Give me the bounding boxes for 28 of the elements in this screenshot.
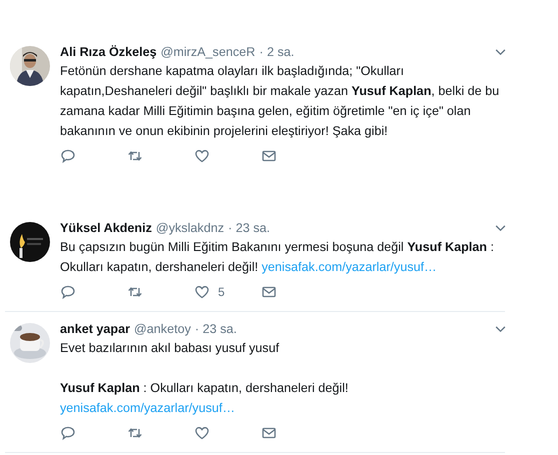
reply-icon[interactable] xyxy=(60,148,76,164)
envelope-icon[interactable] xyxy=(261,148,277,164)
tweet-text: Evet bazılarının akıl babası yusuf yusuf xyxy=(60,340,280,357)
reply-icon[interactable] xyxy=(60,284,76,300)
tweet-time[interactable]: · 2 sa. xyxy=(259,42,294,62)
chevron-down-icon[interactable] xyxy=(495,48,506,56)
tweet-time[interactable]: · 23 sa. xyxy=(194,319,237,339)
envelope-icon[interactable] xyxy=(261,284,277,300)
envelope-icon[interactable] xyxy=(261,425,277,441)
heart-icon[interactable] xyxy=(194,148,210,164)
reply-icon[interactable] xyxy=(60,425,76,441)
link[interactable]: yenisafak.com/yazarlar/yusuf… xyxy=(60,401,235,415)
user-name[interactable]: anket yapar xyxy=(60,319,130,339)
like-count: 5 xyxy=(218,284,225,301)
user-name[interactable]: Yüksel Akdeniz xyxy=(60,218,152,238)
heart-icon[interactable] xyxy=(194,284,210,300)
tweet-text: Bu çapsızın bugün Milli Eğitim Bakanını yermesi boşuna değil Yusuf Kaplan : Okulları kapatın, dershaneleri değil! yenisafak.com/yazarlar/yusuf… xyxy=(60,239,495,276)
tweet-time[interactable]: · 23 sa. xyxy=(228,218,270,238)
user-name[interactable]: Ali Rıza Özkeleş xyxy=(60,42,157,62)
chevron-down-icon[interactable] xyxy=(495,224,506,232)
user-handle[interactable]: @mirzA_senceR xyxy=(160,42,256,62)
heart-icon[interactable] xyxy=(194,425,210,441)
chevron-down-icon[interactable] xyxy=(495,326,506,332)
link[interactable]: yenisafak.com/yazarlar/yusuf… xyxy=(262,260,437,274)
user-handle[interactable]: @ykslakdnz xyxy=(156,218,224,238)
tweet-text: Yusuf Kaplan : Okulları kapatın, dershaneleri değil! yenisafak.com/yazarlar/yusuf… xyxy=(60,380,350,417)
tweet-text: Fetönün dershane kapatma olayları ilk başladığında; "Okulları kapatın,Deshaneleri değil" başlıklı bir makale yazan Yusuf Kaplan, belki de bu zamana kadar Milli Eğitimin başına gelen, eğitim öğretimle "en iç içe" olan bakanının ve onun ekibinin projelerini eleştiriyor! Şaka gibi! xyxy=(60,63,500,140)
user-handle[interactable]: @anketoy xyxy=(134,319,191,339)
